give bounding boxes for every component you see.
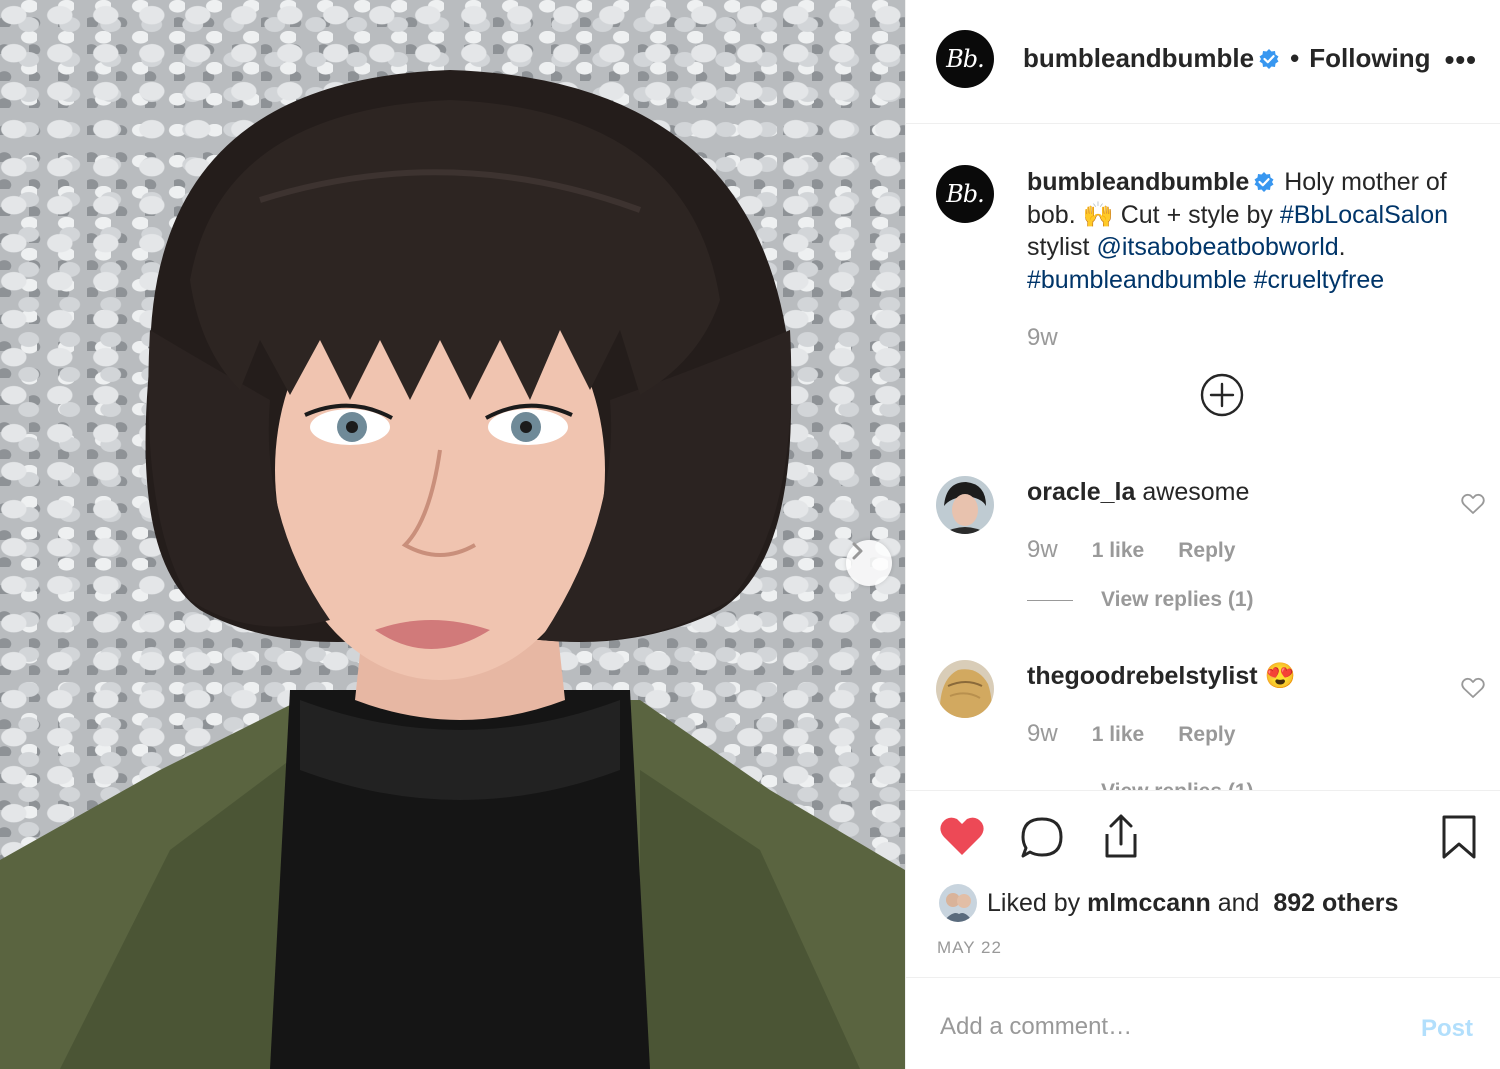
raising-hands-emoji: 🙌 [1082, 200, 1114, 229]
caption-text-3: stylist [1027, 233, 1090, 261]
header-separator: • [1290, 43, 1300, 73]
comment-button[interactable] [1020, 816, 1064, 865]
comment-like-button[interactable] [1461, 677, 1485, 704]
post-comment-button[interactable]: Post [1421, 1015, 1473, 1043]
comment-username[interactable]: oracle_la [1027, 478, 1135, 506]
like-button[interactable] [939, 815, 985, 862]
verified-badge-icon [1259, 48, 1279, 69]
post-date[interactable]: MAY 22 [937, 938, 1002, 958]
caption-author-avatar[interactable]: Bb. [936, 165, 994, 223]
plus-circle-icon [1200, 373, 1244, 417]
author-avatar[interactable]: Bb. [936, 30, 994, 88]
heart-outline-icon [1461, 493, 1485, 514]
header-user-line: bumbleandbumble • Following [1023, 43, 1431, 74]
post-caption: bumbleandbumble Holy mother of bob. 🙌 Cu… [1027, 166, 1477, 296]
caption-text-4: . [1338, 233, 1346, 261]
liked-by-prefix: Liked by [987, 888, 1081, 917]
hashtag-bumbleandbumble[interactable]: #bumbleandbumble [1027, 266, 1247, 294]
share-button[interactable] [1099, 812, 1143, 865]
view-replies-label: View replies (1) [1101, 780, 1254, 790]
view-replies-button[interactable]: View replies (1) [1027, 780, 1254, 790]
following-button[interactable]: Following [1309, 43, 1430, 74]
commenter-avatar[interactable] [936, 476, 994, 534]
hashtag-bblocalsalon[interactable]: #BbLocalSalon [1280, 201, 1448, 229]
comment-likes-count[interactable]: 1 like [1092, 539, 1145, 563]
view-replies-button[interactable]: View replies (1) [1027, 588, 1254, 612]
comment-timestamp[interactable]: 9w [1027, 720, 1058, 748]
mention-itsabobeatbobworld[interactable]: @itsabobeatbobworld [1096, 233, 1338, 261]
comment-meta: 9w 1 like Reply [1027, 720, 1235, 748]
post-details-panel: Bb. bumbleandbumble • Following ••• Bb. … [905, 0, 1500, 1069]
comments-scroll-area[interactable]: Bb. bumbleandbumble Holy mother of bob. … [906, 125, 1500, 790]
comment-text-line: oracle_la awesome [1027, 478, 1249, 507]
liker-avatar[interactable] [939, 884, 977, 922]
commenter-avatar[interactable] [936, 660, 994, 718]
add-comment-input[interactable] [940, 1011, 1380, 1043]
heart-outline-icon [1461, 677, 1485, 698]
comment-likes-count[interactable]: 1 like [1092, 723, 1145, 747]
heart-filled-icon [940, 817, 984, 855]
verified-badge-icon [1254, 172, 1274, 192]
comment-username[interactable]: thegoodrebelstylist [1027, 662, 1258, 690]
share-upload-icon [1105, 814, 1137, 858]
comment-text-line: thegoodrebelstylist 😍 [1027, 662, 1296, 691]
comment-timestamp[interactable]: 9w [1027, 536, 1058, 564]
avatar-image [936, 476, 994, 534]
comment-body: awesome [1142, 478, 1250, 506]
caption-text-2: Cut + style by [1120, 200, 1273, 229]
caption-timestamp[interactable]: 9w [1027, 324, 1058, 352]
hashtag-crueltyfree[interactable]: #crueltyfree [1254, 266, 1385, 294]
comment-reply-button[interactable]: Reply [1178, 723, 1235, 747]
avatar-image [939, 884, 977, 922]
comment-like-button[interactable] [1461, 493, 1485, 520]
author-username[interactable]: bumbleandbumble [1023, 43, 1254, 74]
save-button[interactable] [1441, 814, 1477, 865]
comment-meta: 9w 1 like Reply [1027, 536, 1235, 564]
post-header: Bb. bumbleandbumble • Following ••• [906, 0, 1500, 124]
replies-divider-line [1027, 599, 1073, 601]
next-photo-button[interactable] [846, 540, 892, 586]
liked-by-line: Liked by mlmccann and 892 others [939, 884, 1398, 922]
chevron-right-icon [852, 542, 863, 560]
liked-by-and: and [1217, 888, 1260, 917]
comment-reply-button[interactable]: Reply [1178, 539, 1235, 563]
avatar-image [936, 660, 994, 718]
comment-item: thegoodrebelstylist 😍 9w 1 like Reply Vi… [906, 660, 1500, 790]
post-photo[interactable] [0, 0, 905, 1069]
speech-bubble-icon [1021, 817, 1063, 858]
likes-count-others[interactable]: 892 others [1273, 889, 1398, 918]
liked-by-username[interactable]: mlmccann [1087, 889, 1211, 918]
load-more-comments-button[interactable] [1200, 373, 1244, 422]
add-comment-bar: Post [906, 979, 1500, 1069]
more-options-button[interactable]: ••• [1445, 44, 1477, 76]
view-replies-label: View replies (1) [1101, 588, 1254, 611]
heart-eyes-emoji: 😍 [1264, 662, 1296, 690]
bookmark-icon [1442, 815, 1476, 859]
caption-username[interactable]: bumbleandbumble [1027, 168, 1249, 196]
portrait-illustration [0, 70, 905, 1069]
comment-item: oracle_la awesome 9w 1 like Reply View r… [906, 476, 1500, 626]
